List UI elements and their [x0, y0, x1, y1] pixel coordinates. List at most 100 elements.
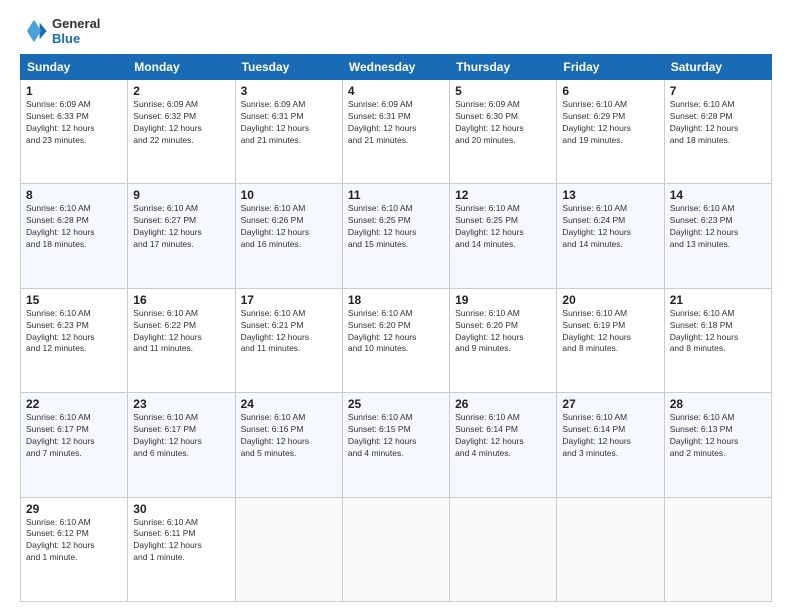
- day-info: Sunrise: 6:10 AM Sunset: 6:19 PM Dayligh…: [562, 308, 658, 356]
- week-row-3: 15Sunrise: 6:10 AM Sunset: 6:23 PM Dayli…: [21, 288, 772, 392]
- day-info: Sunrise: 6:09 AM Sunset: 6:33 PM Dayligh…: [26, 99, 122, 147]
- day-number: 10: [241, 188, 337, 202]
- day-cell: 18Sunrise: 6:10 AM Sunset: 6:20 PM Dayli…: [342, 288, 449, 392]
- calendar-table: SundayMondayTuesdayWednesdayThursdayFrid…: [20, 54, 772, 602]
- day-cell: 16Sunrise: 6:10 AM Sunset: 6:22 PM Dayli…: [128, 288, 235, 392]
- day-info: Sunrise: 6:09 AM Sunset: 6:31 PM Dayligh…: [241, 99, 337, 147]
- day-info: Sunrise: 6:10 AM Sunset: 6:15 PM Dayligh…: [348, 412, 444, 460]
- day-cell: 25Sunrise: 6:10 AM Sunset: 6:15 PM Dayli…: [342, 393, 449, 497]
- day-number: 29: [26, 502, 122, 516]
- day-info: Sunrise: 6:10 AM Sunset: 6:23 PM Dayligh…: [670, 203, 766, 251]
- day-cell: 13Sunrise: 6:10 AM Sunset: 6:24 PM Dayli…: [557, 184, 664, 288]
- day-info: Sunrise: 6:10 AM Sunset: 6:25 PM Dayligh…: [348, 203, 444, 251]
- day-cell: 10Sunrise: 6:10 AM Sunset: 6:26 PM Dayli…: [235, 184, 342, 288]
- day-number: 22: [26, 397, 122, 411]
- day-cell: 8Sunrise: 6:10 AM Sunset: 6:28 PM Daylig…: [21, 184, 128, 288]
- day-number: 24: [241, 397, 337, 411]
- day-cell: 9Sunrise: 6:10 AM Sunset: 6:27 PM Daylig…: [128, 184, 235, 288]
- day-number: 27: [562, 397, 658, 411]
- day-cell: 26Sunrise: 6:10 AM Sunset: 6:14 PM Dayli…: [450, 393, 557, 497]
- day-cell: 22Sunrise: 6:10 AM Sunset: 6:17 PM Dayli…: [21, 393, 128, 497]
- day-info: Sunrise: 6:10 AM Sunset: 6:17 PM Dayligh…: [133, 412, 229, 460]
- day-number: 16: [133, 293, 229, 307]
- day-number: 4: [348, 84, 444, 98]
- day-cell: [557, 497, 664, 601]
- day-number: 11: [348, 188, 444, 202]
- day-info: Sunrise: 6:10 AM Sunset: 6:28 PM Dayligh…: [26, 203, 122, 251]
- day-cell: 30Sunrise: 6:10 AM Sunset: 6:11 PM Dayli…: [128, 497, 235, 601]
- day-cell: 17Sunrise: 6:10 AM Sunset: 6:21 PM Dayli…: [235, 288, 342, 392]
- day-info: Sunrise: 6:09 AM Sunset: 6:32 PM Dayligh…: [133, 99, 229, 147]
- day-cell: 27Sunrise: 6:10 AM Sunset: 6:14 PM Dayli…: [557, 393, 664, 497]
- day-cell: 2Sunrise: 6:09 AM Sunset: 6:32 PM Daylig…: [128, 80, 235, 184]
- day-info: Sunrise: 6:10 AM Sunset: 6:13 PM Dayligh…: [670, 412, 766, 460]
- day-number: 14: [670, 188, 766, 202]
- day-number: 1: [26, 84, 122, 98]
- day-cell: 19Sunrise: 6:10 AM Sunset: 6:20 PM Dayli…: [450, 288, 557, 392]
- day-cell: 3Sunrise: 6:09 AM Sunset: 6:31 PM Daylig…: [235, 80, 342, 184]
- day-number: 3: [241, 84, 337, 98]
- day-number: 25: [348, 397, 444, 411]
- day-cell: 11Sunrise: 6:10 AM Sunset: 6:25 PM Dayli…: [342, 184, 449, 288]
- day-info: Sunrise: 6:10 AM Sunset: 6:25 PM Dayligh…: [455, 203, 551, 251]
- day-info: Sunrise: 6:10 AM Sunset: 6:27 PM Dayligh…: [133, 203, 229, 251]
- day-info: Sunrise: 6:10 AM Sunset: 6:17 PM Dayligh…: [26, 412, 122, 460]
- week-row-4: 22Sunrise: 6:10 AM Sunset: 6:17 PM Dayli…: [21, 393, 772, 497]
- day-info: Sunrise: 6:10 AM Sunset: 6:18 PM Dayligh…: [670, 308, 766, 356]
- day-cell: [450, 497, 557, 601]
- day-info: Sunrise: 6:10 AM Sunset: 6:21 PM Dayligh…: [241, 308, 337, 356]
- day-cell: 1Sunrise: 6:09 AM Sunset: 6:33 PM Daylig…: [21, 80, 128, 184]
- day-number: 28: [670, 397, 766, 411]
- day-cell: [342, 497, 449, 601]
- day-number: 21: [670, 293, 766, 307]
- day-cell: 6Sunrise: 6:10 AM Sunset: 6:29 PM Daylig…: [557, 80, 664, 184]
- logo-text: General Blue: [52, 16, 100, 46]
- day-number: 23: [133, 397, 229, 411]
- day-cell: [664, 497, 771, 601]
- day-cell: 5Sunrise: 6:09 AM Sunset: 6:30 PM Daylig…: [450, 80, 557, 184]
- logo-line2: Blue: [52, 31, 100, 46]
- col-header-tuesday: Tuesday: [235, 55, 342, 80]
- day-number: 20: [562, 293, 658, 307]
- day-cell: [235, 497, 342, 601]
- header: General Blue: [20, 16, 772, 46]
- day-cell: 21Sunrise: 6:10 AM Sunset: 6:18 PM Dayli…: [664, 288, 771, 392]
- col-header-sunday: Sunday: [21, 55, 128, 80]
- day-info: Sunrise: 6:10 AM Sunset: 6:22 PM Dayligh…: [133, 308, 229, 356]
- col-header-friday: Friday: [557, 55, 664, 80]
- day-cell: 15Sunrise: 6:10 AM Sunset: 6:23 PM Dayli…: [21, 288, 128, 392]
- day-number: 15: [26, 293, 122, 307]
- logo-icon: [20, 17, 48, 45]
- day-info: Sunrise: 6:10 AM Sunset: 6:28 PM Dayligh…: [670, 99, 766, 147]
- day-info: Sunrise: 6:10 AM Sunset: 6:14 PM Dayligh…: [455, 412, 551, 460]
- day-info: Sunrise: 6:09 AM Sunset: 6:31 PM Dayligh…: [348, 99, 444, 147]
- day-number: 19: [455, 293, 551, 307]
- day-number: 5: [455, 84, 551, 98]
- day-info: Sunrise: 6:10 AM Sunset: 6:12 PM Dayligh…: [26, 517, 122, 565]
- day-number: 12: [455, 188, 551, 202]
- page: General Blue SundayMondayTuesdayWednesda…: [0, 0, 792, 612]
- day-info: Sunrise: 6:10 AM Sunset: 6:16 PM Dayligh…: [241, 412, 337, 460]
- day-number: 13: [562, 188, 658, 202]
- day-cell: 23Sunrise: 6:10 AM Sunset: 6:17 PM Dayli…: [128, 393, 235, 497]
- day-info: Sunrise: 6:10 AM Sunset: 6:11 PM Dayligh…: [133, 517, 229, 565]
- col-header-saturday: Saturday: [664, 55, 771, 80]
- logo: General Blue: [20, 16, 100, 46]
- logo-line1: General: [52, 16, 100, 31]
- day-info: Sunrise: 6:10 AM Sunset: 6:20 PM Dayligh…: [455, 308, 551, 356]
- day-info: Sunrise: 6:10 AM Sunset: 6:23 PM Dayligh…: [26, 308, 122, 356]
- day-cell: 4Sunrise: 6:09 AM Sunset: 6:31 PM Daylig…: [342, 80, 449, 184]
- day-number: 7: [670, 84, 766, 98]
- week-row-1: 1Sunrise: 6:09 AM Sunset: 6:33 PM Daylig…: [21, 80, 772, 184]
- day-number: 30: [133, 502, 229, 516]
- day-number: 26: [455, 397, 551, 411]
- day-number: 18: [348, 293, 444, 307]
- day-cell: 14Sunrise: 6:10 AM Sunset: 6:23 PM Dayli…: [664, 184, 771, 288]
- day-cell: 7Sunrise: 6:10 AM Sunset: 6:28 PM Daylig…: [664, 80, 771, 184]
- day-cell: 12Sunrise: 6:10 AM Sunset: 6:25 PM Dayli…: [450, 184, 557, 288]
- day-number: 8: [26, 188, 122, 202]
- day-cell: 29Sunrise: 6:10 AM Sunset: 6:12 PM Dayli…: [21, 497, 128, 601]
- day-cell: 24Sunrise: 6:10 AM Sunset: 6:16 PM Dayli…: [235, 393, 342, 497]
- day-info: Sunrise: 6:10 AM Sunset: 6:24 PM Dayligh…: [562, 203, 658, 251]
- week-row-2: 8Sunrise: 6:10 AM Sunset: 6:28 PM Daylig…: [21, 184, 772, 288]
